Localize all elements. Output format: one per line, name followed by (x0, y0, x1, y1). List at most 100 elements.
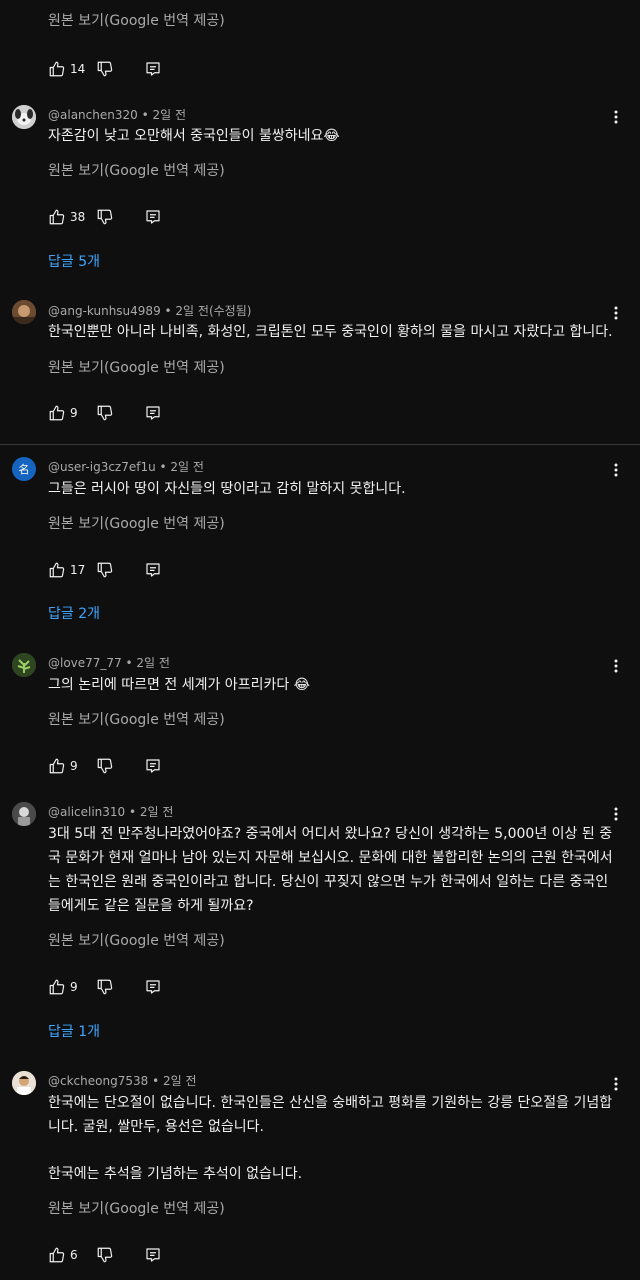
comment-text: 자존감이 낮고 오만해서 중국인들이 불쌍하네요😂 (48, 128, 340, 144)
avatar[interactable] (12, 300, 36, 324)
comment-actions: 9 (48, 401, 168, 425)
replies-link[interactable]: 답글 2개 (48, 603, 100, 623)
thumb-down-icon (96, 404, 114, 422)
like-button[interactable]: 9 (48, 404, 96, 422)
avatar[interactable] (12, 802, 36, 826)
person-avatar-icon (12, 1071, 36, 1095)
comment-header: @ckcheong7538 • 2일 전 (48, 1074, 197, 1088)
photo-avatar-icon (12, 300, 36, 324)
reply-icon (144, 978, 162, 996)
username[interactable]: @ang-kunhsu4989 (48, 304, 161, 318)
like-button[interactable]: 9 (48, 757, 96, 775)
comment-text: 한국인뿐만 아니라 나비족, 화성인, 크립톤인 모두 중국인이 황하의 물을 … (48, 324, 613, 340)
comment-actions: 17 (48, 558, 168, 582)
reply-icon (144, 757, 162, 775)
comment-text: 한국에는 단오절이 없습니다. 한국인들은 산신을 숭배하고 평화를 기원하는 … (48, 1095, 613, 1135)
timestamp[interactable]: 2일 전(수정됨) (175, 304, 251, 318)
reply-button[interactable] (144, 978, 168, 996)
username[interactable]: @ckcheong7538 (48, 1074, 148, 1088)
reply-button[interactable] (144, 404, 168, 422)
reply-icon (144, 404, 162, 422)
like-count: 38 (70, 210, 86, 224)
thumb-up-icon (48, 60, 66, 78)
like-button[interactable]: 38 (48, 208, 96, 226)
more-menu-icon[interactable] (608, 806, 624, 822)
avatar[interactable] (12, 1071, 36, 1095)
comment-header: @ang-kunhsu4989 • 2일 전(수정됨) (48, 304, 252, 318)
avatar[interactable] (12, 105, 36, 129)
comment-text: 그의 논리에 따르면 전 세계가 아프리카다 😂 (48, 677, 311, 693)
timestamp[interactable]: 2일 전 (140, 805, 174, 819)
like-button[interactable]: 9 (48, 978, 96, 996)
more-menu-icon[interactable] (608, 1076, 624, 1092)
username[interactable]: @alanchen320 (48, 108, 138, 122)
more-menu-icon[interactable] (608, 462, 624, 478)
comment-actions: 14 (48, 57, 168, 81)
dislike-button[interactable] (96, 208, 144, 226)
translate-link[interactable]: 원본 보기(Google 번역 제공) (48, 709, 225, 729)
like-count: 6 (70, 1248, 78, 1262)
reply-button[interactable] (144, 757, 168, 775)
translate-link[interactable]: 원본 보기(Google 번역 제공) (48, 357, 225, 377)
comment-text: 3대 5대 전 만주청나라였어야죠? 중국에서 어디서 왔나요? 당신이 생각하… (48, 826, 613, 914)
thumb-down-icon (96, 757, 114, 775)
comment-actions: 9 (48, 975, 168, 999)
replies-link[interactable]: 답글 5개 (48, 251, 100, 271)
dislike-button[interactable] (96, 561, 144, 579)
divider (0, 444, 640, 445)
timestamp[interactable]: 2일 전 (170, 460, 204, 474)
thumb-down-icon (96, 1246, 114, 1264)
reply-button[interactable] (144, 561, 168, 579)
thumb-up-icon (48, 404, 66, 422)
thumb-down-icon (96, 978, 114, 996)
thumb-down-icon (96, 561, 114, 579)
more-menu-icon[interactable] (608, 109, 624, 125)
thumb-up-icon (48, 1246, 66, 1264)
like-count: 9 (70, 759, 78, 773)
like-button[interactable]: 17 (48, 561, 96, 579)
photo-avatar-icon (12, 802, 36, 826)
comment-actions: 6 (48, 1243, 168, 1267)
thumb-down-icon (96, 208, 114, 226)
avatar[interactable] (12, 653, 36, 677)
dislike-button[interactable] (96, 978, 144, 996)
reply-button[interactable] (144, 1246, 168, 1264)
translate-link[interactable]: 원본 보기(Google 번역 제공) (48, 1198, 225, 1218)
username[interactable]: @user-ig3cz7ef1u (48, 460, 156, 474)
timestamp[interactable]: 2일 전 (152, 108, 186, 122)
reply-button[interactable] (144, 60, 168, 78)
comment-header: @alicelin310 • 2일 전 (48, 805, 174, 819)
username[interactable]: @alicelin310 (48, 805, 125, 819)
avatar[interactable]: 名 (12, 457, 36, 481)
like-button[interactable]: 6 (48, 1246, 96, 1264)
thumb-down-icon (96, 60, 114, 78)
comment-header: @alanchen320 • 2일 전 (48, 108, 186, 122)
reply-button[interactable] (144, 208, 168, 226)
reply-icon (144, 60, 162, 78)
dog-avatar-icon (12, 105, 36, 129)
comment-actions: 9 (48, 754, 168, 778)
thumb-up-icon (48, 208, 66, 226)
comment-header: @love77_77 • 2일 전 (48, 656, 170, 670)
more-menu-icon[interactable] (608, 305, 624, 321)
username[interactable]: @love77_77 (48, 656, 122, 670)
translate-link[interactable]: 원본 보기(Google 번역 제공) (48, 10, 225, 30)
thumb-up-icon (48, 978, 66, 996)
comment-text-paragraph: 한국에는 추석을 기념하는 추석이 없습니다. (48, 1166, 303, 1182)
translate-link[interactable]: 원본 보기(Google 번역 제공) (48, 513, 225, 533)
plant-avatar-icon (12, 653, 36, 677)
translate-link[interactable]: 원본 보기(Google 번역 제공) (48, 160, 225, 180)
like-button[interactable]: 14 (48, 60, 96, 78)
translate-link[interactable]: 원본 보기(Google 번역 제공) (48, 930, 225, 950)
timestamp[interactable]: 2일 전 (163, 1074, 197, 1088)
dislike-button[interactable] (96, 404, 144, 422)
replies-link[interactable]: 답글 1개 (48, 1021, 100, 1041)
like-count: 9 (70, 980, 78, 994)
more-menu-icon[interactable] (608, 658, 624, 674)
comment-actions: 38 (48, 205, 168, 229)
like-count: 9 (70, 406, 78, 420)
dislike-button[interactable] (96, 1246, 144, 1264)
dislike-button[interactable] (96, 60, 144, 78)
dislike-button[interactable] (96, 757, 144, 775)
timestamp[interactable]: 2일 전 (136, 656, 170, 670)
